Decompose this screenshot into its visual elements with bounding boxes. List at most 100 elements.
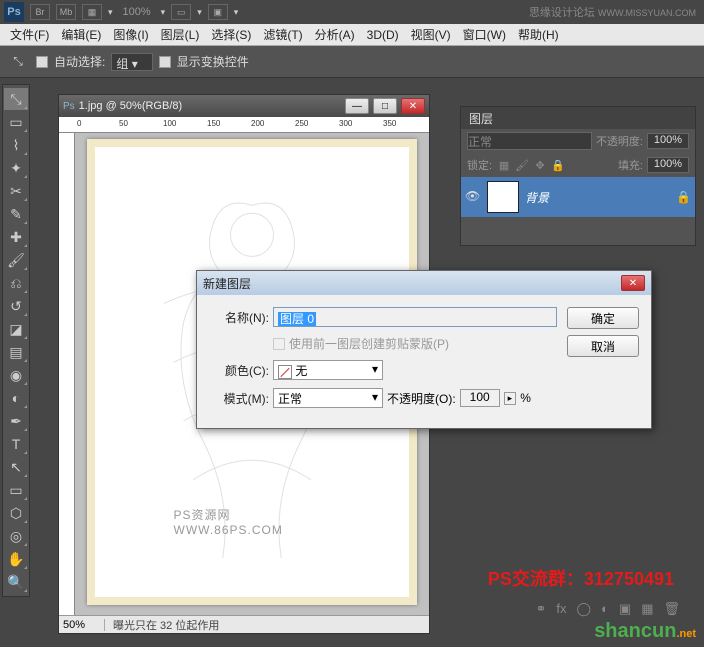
- menu-view[interactable]: 视图(V): [405, 24, 457, 45]
- layers-panel-footer: ⚭ fx ◯ ◐ ▣ ▦ 🗑: [535, 601, 680, 617]
- view-extras-icon[interactable]: ▦: [82, 4, 102, 20]
- new-layer-dialog: 新建图层 ✕ 名称(N): 图层 0 使用前一图层创建剪贴蒙版(P) 颜色(C)…: [196, 270, 652, 429]
- dropdown-icon[interactable]: ▾: [108, 7, 113, 18]
- menu-file[interactable]: 文件(F): [4, 24, 55, 45]
- new-layer-icon[interactable]: ▦: [641, 601, 653, 617]
- maximize-button[interactable]: □: [373, 98, 397, 114]
- path-select-tool[interactable]: ↖: [4, 456, 28, 478]
- lock-position-icon[interactable]: ✥: [532, 157, 548, 173]
- status-info[interactable]: 曝光只在 32 位起作用: [105, 617, 219, 633]
- layer-thumbnail[interactable]: [487, 181, 519, 213]
- auto-select-dropdown[interactable]: 组 ▾: [111, 53, 152, 71]
- delete-layer-icon[interactable]: 🗑: [663, 601, 680, 617]
- gradient-tool[interactable]: ▤: [4, 341, 28, 363]
- healing-tool[interactable]: ✚: [4, 226, 28, 248]
- menu-window[interactable]: 窗口(W): [457, 24, 512, 45]
- stamp-tool[interactable]: ⎌: [4, 272, 28, 294]
- 3d-camera-tool[interactable]: ◎: [4, 525, 28, 547]
- crop-tool[interactable]: ✂: [4, 180, 28, 202]
- dialog-titlebar[interactable]: 新建图层 ✕: [197, 271, 651, 295]
- menu-filter[interactable]: 滤镜(T): [257, 24, 308, 45]
- overlay-qq-group: PS交流群：312750491: [488, 565, 674, 591]
- eraser-tool[interactable]: ◪: [4, 318, 28, 340]
- layer-mask-icon[interactable]: ◯: [576, 601, 591, 617]
- layer-name[interactable]: 背景: [525, 189, 670, 206]
- dialog-title: 新建图层: [203, 275, 251, 292]
- history-brush-tool[interactable]: ↺: [4, 295, 28, 317]
- opacity-label: 不透明度:: [596, 133, 643, 149]
- layer-group-icon[interactable]: ▣: [619, 601, 631, 617]
- shape-tool[interactable]: ▭: [4, 479, 28, 501]
- menu-layer[interactable]: 图层(L): [155, 24, 206, 45]
- blur-tool[interactable]: ◉: [4, 364, 28, 386]
- color-dropdown[interactable]: 无 ▾: [273, 360, 383, 380]
- pen-tool[interactable]: ✒: [4, 410, 28, 432]
- close-button[interactable]: ✕: [401, 98, 425, 114]
- blend-mode-dropdown[interactable]: 正常: [467, 132, 592, 150]
- layer-lock-icon[interactable]: 🔒: [676, 190, 691, 204]
- watermark-top: 思缘设计论坛 WWW.MISSYUAN.COM: [529, 4, 696, 20]
- menu-3d[interactable]: 3D(D): [361, 26, 405, 44]
- menu-analysis[interactable]: 分析(A): [309, 24, 361, 45]
- move-tool-icon[interactable]: ⤡: [6, 50, 30, 74]
- menu-help[interactable]: 帮助(H): [512, 24, 565, 45]
- dropdown-icon[interactable]: ▾: [234, 7, 239, 18]
- document-statusbar: 50% 曝光只在 32 位起作用: [59, 615, 429, 633]
- layer-fx-icon[interactable]: fx: [556, 601, 566, 617]
- none-swatch-icon: [278, 365, 292, 379]
- layers-tab[interactable]: 图层: [461, 107, 695, 129]
- adjustment-layer-icon[interactable]: ◐: [601, 601, 609, 617]
- lock-paint-icon[interactable]: 🖌: [514, 157, 530, 173]
- opacity-unit: %: [520, 391, 531, 405]
- menu-image[interactable]: 图像(I): [107, 24, 154, 45]
- dropdown-icon[interactable]: ▾: [197, 7, 202, 18]
- menu-edit[interactable]: 编辑(E): [55, 24, 107, 45]
- bridge-icon[interactable]: Br: [30, 4, 50, 20]
- ok-button[interactable]: 确定: [567, 307, 639, 329]
- name-input[interactable]: 图层 0: [273, 307, 557, 327]
- document-title: 1.jpg @ 50%(RGB/8): [79, 100, 341, 112]
- status-zoom[interactable]: 50%: [59, 619, 105, 631]
- marquee-tool[interactable]: ▭: [4, 111, 28, 133]
- color-label: 颜色(C):: [209, 362, 269, 379]
- ruler-vertical[interactable]: [59, 133, 75, 615]
- document-titlebar[interactable]: Ps 1.jpg @ 50%(RGB/8) — □ ✕: [59, 95, 429, 117]
- title-zoom[interactable]: 100%: [123, 6, 151, 18]
- cancel-button[interactable]: 取消: [567, 335, 639, 357]
- dialog-close-button[interactable]: ✕: [621, 275, 645, 291]
- move-tool[interactable]: ⤡: [4, 88, 28, 110]
- menu-select[interactable]: 选择(S): [205, 24, 257, 45]
- eyedropper-tool[interactable]: ✎: [4, 203, 28, 225]
- zoom-tool[interactable]: 🔍: [4, 571, 28, 593]
- show-transform-label: 显示变换控件: [177, 53, 249, 70]
- fill-input[interactable]: 100%: [647, 157, 689, 173]
- ruler-horizontal[interactable]: 0 50 100 150 200 250 300 350: [59, 117, 429, 133]
- arrange-icon[interactable]: ▭: [171, 4, 191, 20]
- dropdown-icon[interactable]: ▾: [161, 7, 166, 18]
- minimize-button[interactable]: —: [345, 98, 369, 114]
- dodge-tool[interactable]: ◐: [4, 387, 28, 409]
- lock-transparent-icon[interactable]: ▦: [496, 157, 512, 173]
- show-transform-checkbox[interactable]: [159, 56, 171, 68]
- type-tool[interactable]: T: [4, 433, 28, 455]
- layer-row[interactable]: 👁 背景 🔒: [461, 177, 695, 217]
- ps-file-icon: Ps: [63, 101, 75, 112]
- quick-select-tool[interactable]: ✦: [4, 157, 28, 179]
- minibridge-icon[interactable]: Mb: [56, 4, 76, 20]
- 3d-tool[interactable]: ⬡: [4, 502, 28, 524]
- dialog-opacity-input[interactable]: 100: [460, 389, 500, 407]
- auto-select-checkbox[interactable]: [36, 56, 48, 68]
- lock-all-icon[interactable]: 🔒: [550, 157, 566, 173]
- visibility-icon[interactable]: 👁: [465, 189, 481, 205]
- brush-tool[interactable]: 🖌: [4, 249, 28, 271]
- hand-tool[interactable]: ✋: [4, 548, 28, 570]
- opacity-slider-icon[interactable]: ▸: [504, 392, 517, 405]
- link-layers-icon[interactable]: ⚭: [535, 601, 546, 617]
- opacity-input[interactable]: 100%: [647, 133, 689, 149]
- name-label: 名称(N):: [209, 309, 269, 326]
- screen-mode-icon[interactable]: ▣: [208, 4, 228, 20]
- lasso-tool[interactable]: ⌇: [4, 134, 28, 156]
- mode-dropdown[interactable]: 正常▾: [273, 388, 383, 408]
- tools-panel: ⤡ ▭ ⌇ ✦ ✂ ✎ ✚ 🖌 ⎌ ↺ ◪ ▤ ◉ ◐ ✒ T ↖ ▭ ⬡ ◎ …: [2, 84, 30, 597]
- layers-panel: 图层 正常 不透明度: 100% 锁定: ▦ 🖌 ✥ 🔒 填充: 100% 👁 …: [460, 106, 696, 246]
